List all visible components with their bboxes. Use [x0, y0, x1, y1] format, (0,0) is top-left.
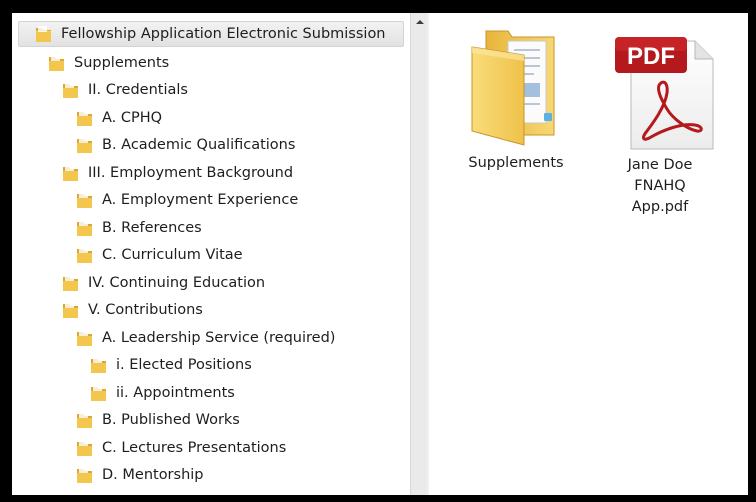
tree-item[interactable]: ii. Appointments: [90, 380, 235, 406]
tree-item-label: V. Contributions: [88, 302, 203, 318]
tree-item[interactable]: C. Lectures Presentations: [76, 435, 286, 461]
navigation-tree: Fellowship Application Electronic Submis…: [12, 13, 410, 495]
folder-icon: [77, 412, 92, 428]
explorer-window: Fellowship Application Electronic Submis…: [12, 13, 748, 495]
tree-scrollbar[interactable]: [410, 13, 428, 495]
tree-item[interactable]: A. Leadership Service (required): [76, 325, 335, 351]
scroll-up-arrow-icon[interactable]: [411, 13, 428, 30]
pdf-icon: PDF: [615, 37, 714, 150]
tree-item-label: i. Elected Positions: [116, 357, 252, 373]
folder-icon: [77, 330, 92, 346]
tree-item[interactable]: i. Elected Positions: [90, 352, 252, 378]
folder-icon: [471, 30, 555, 146]
tree-item-label: IV. Continuing Education: [88, 275, 266, 291]
folder-icon: [63, 275, 78, 291]
folder-icon: [36, 26, 51, 42]
file-label: Jane Doe FNAHQ App.pdf: [627, 157, 693, 215]
tree-item-label: D. Mentorship: [102, 467, 204, 483]
tree-item[interactable]: II. Credentials: [62, 77, 188, 103]
folder-icon: [77, 440, 92, 456]
tree-item[interactable]: B. Academic Qualifications: [76, 132, 295, 158]
pdf-badge: PDF: [627, 43, 675, 70]
tree-item-label: C. Lectures Presentations: [102, 440, 287, 456]
file-item-pdf[interactable]: PDF Jane Doe FNAHQ App.pdf: [590, 35, 730, 218]
folder-icon: [77, 137, 92, 153]
tree-item-label: Fellowship Application Electronic Submis…: [61, 26, 386, 42]
tree-item[interactable]: V. Contributions: [62, 297, 203, 323]
folder-icon: [77, 192, 92, 208]
folder-icon: [63, 302, 78, 318]
folder-icon: [77, 247, 92, 263]
tree-item-label: A. Employment Experience: [102, 192, 299, 208]
tree-item[interactable]: Fellowship Application Electronic Submis…: [18, 21, 404, 47]
tree-item-label: B. Published Works: [102, 412, 240, 428]
folder-icon: [91, 385, 106, 401]
tree-item-label: A. Leadership Service (required): [102, 330, 336, 346]
tree-item-label: B. Academic Qualifications: [102, 137, 296, 153]
tree-item-label: III. Employment Background: [88, 165, 294, 181]
folder-icon: [49, 55, 64, 71]
tree-item-label: C. Curriculum Vitae: [102, 247, 243, 263]
folder-icon: [77, 467, 92, 483]
tree-item-label: B. References: [102, 220, 202, 236]
tree-item[interactable]: C. Curriculum Vitae: [76, 242, 243, 268]
tree-item[interactable]: Supplements: [48, 50, 169, 76]
file-view: Supplements PDF Jane Doe FNAHQ App.pdf: [429, 13, 748, 495]
tree-item[interactable]: A. Employment Experience: [76, 187, 298, 213]
folder-icon: [91, 357, 106, 373]
file-item-supplements[interactable]: Supplements: [446, 27, 586, 174]
tree-item[interactable]: B. Published Works: [76, 407, 240, 433]
tree-item-label: II. Credentials: [88, 82, 188, 98]
tree-item[interactable]: A. CPHQ: [76, 105, 162, 131]
tree-item[interactable]: IV. Continuing Education: [62, 270, 265, 296]
file-label: Supplements: [468, 155, 564, 171]
folder-icon: [63, 82, 78, 98]
folder-icon: [77, 110, 92, 126]
tree-item-label: ii. Appointments: [116, 385, 235, 401]
folder-icon: [63, 165, 78, 181]
folder-icon: [77, 220, 92, 236]
tree-item-label: Supplements: [74, 55, 170, 71]
tree-item[interactable]: III. Employment Background: [62, 160, 293, 186]
tree-item[interactable]: D. Mentorship: [76, 462, 204, 488]
tree-item[interactable]: B. References: [76, 215, 202, 241]
tree-item-label: A. CPHQ: [102, 110, 163, 126]
